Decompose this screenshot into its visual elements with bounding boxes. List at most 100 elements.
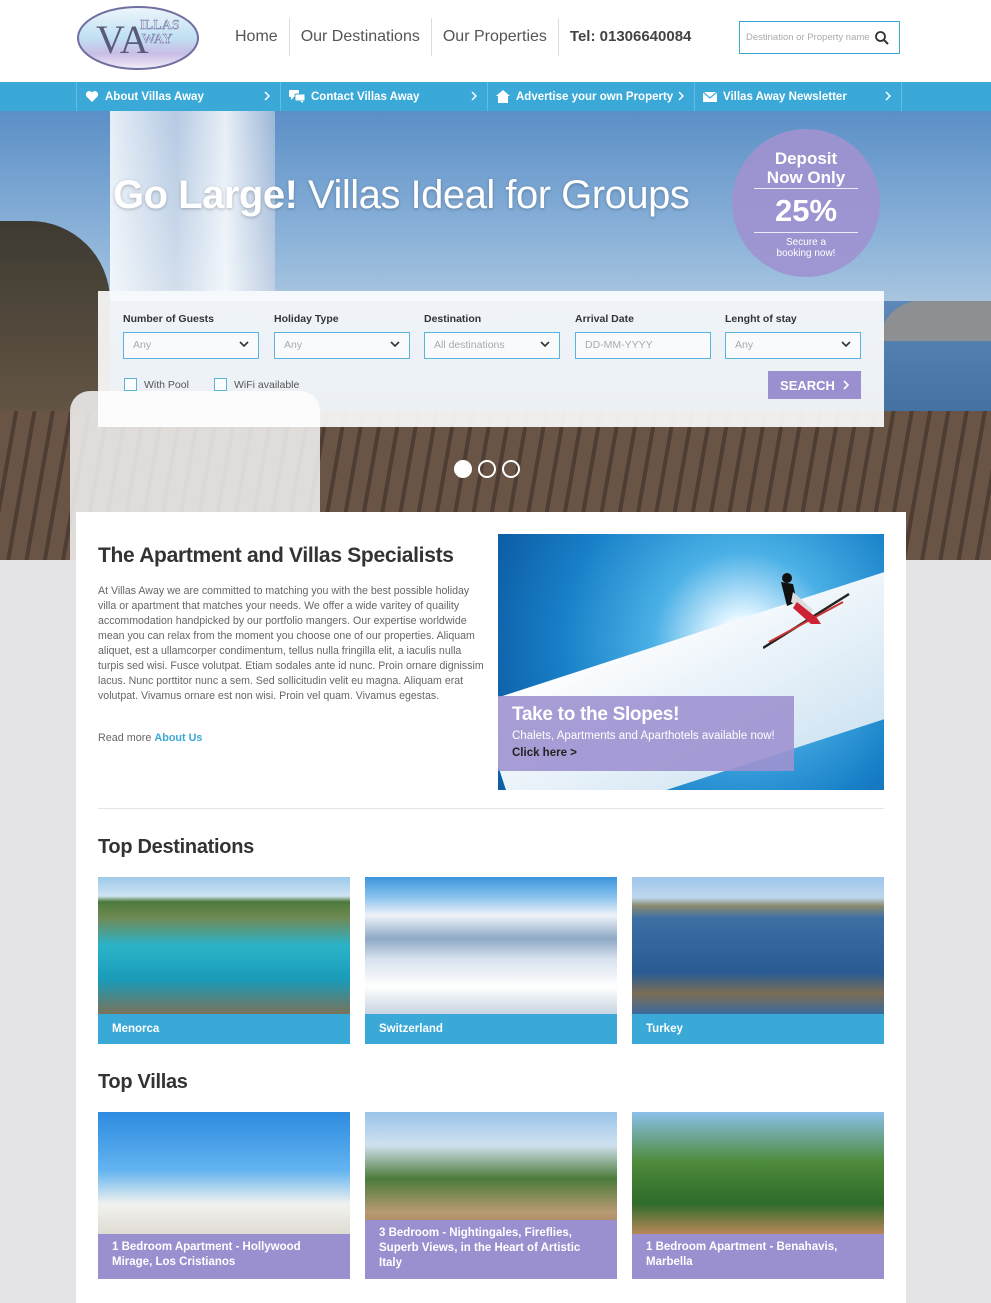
holiday-type-select[interactable]: Any bbox=[274, 332, 410, 359]
arrival-placeholder: DD-MM-YYYY bbox=[585, 339, 653, 351]
with-pool-box[interactable] bbox=[124, 378, 137, 391]
wifi-checkbox[interactable]: WiFi available bbox=[214, 378, 299, 391]
destination-label: Turkey bbox=[632, 1014, 884, 1044]
villa-label: 3 Bedroom - Nightingales, Fireflies, Sup… bbox=[365, 1220, 617, 1279]
nav-telephone[interactable]: Tel: 01306640084 bbox=[559, 18, 703, 56]
villa-label: 1 Bedroom Apartment - Hollywood Mirage, … bbox=[98, 1234, 350, 1279]
deposit-heading: Deposit Now Only bbox=[732, 149, 880, 187]
secondary-nav: About Villas Away Contact Villas Away Ad… bbox=[0, 82, 991, 111]
deposit-line3: Secure a bbox=[785, 237, 827, 248]
destination-card-turkey[interactable]: Turkey bbox=[632, 877, 884, 1044]
intro-title: The Apartment and Villas Specialists bbox=[98, 544, 454, 567]
guests-value: Any bbox=[133, 339, 152, 351]
slopes-promo[interactable]: Take to the Slopes! Chalets, Apartments … bbox=[498, 534, 884, 790]
arrival-field: Arrival Date DD-MM-YYYY bbox=[575, 313, 711, 359]
hero-title: Go Large! Villas Ideal for Groups bbox=[113, 173, 690, 218]
site-search-input[interactable] bbox=[746, 32, 874, 43]
promo-text: Chalets, Apartments and Aparthotels avai… bbox=[512, 728, 780, 762]
chevron-right-icon bbox=[264, 91, 270, 101]
length-field: Lenght of stay Any bbox=[725, 313, 861, 359]
length-value: Any bbox=[735, 339, 754, 351]
svg-text:WAY: WAY bbox=[142, 32, 173, 47]
hero-island bbox=[880, 301, 991, 341]
nav-destinations[interactable]: Our Destinations bbox=[290, 18, 432, 56]
read-more-prefix: Read more bbox=[98, 732, 155, 744]
holiday-type-label: Holiday Type bbox=[274, 313, 339, 325]
promo-body: Chalets, Apartments and Aparthotels avai… bbox=[512, 730, 775, 742]
length-select[interactable]: Any bbox=[725, 332, 861, 359]
wifi-box[interactable] bbox=[214, 378, 227, 391]
heart-icon bbox=[85, 91, 99, 102]
site-header: VA ILLAS WAY Home Our Destinations Our P… bbox=[0, 0, 991, 82]
search-button-label: SEARCH bbox=[780, 377, 835, 393]
promo-title: Take to the Slopes! bbox=[512, 704, 680, 725]
deposit-percent: 25% bbox=[774, 193, 838, 228]
chevron-right-icon bbox=[471, 91, 477, 101]
destination-image bbox=[632, 877, 884, 1014]
destination-field: Destination All destinations bbox=[424, 313, 560, 359]
skier-illustration bbox=[763, 573, 850, 650]
villa-card[interactable]: 1 Bedroom Apartment - Hollywood Mirage, … bbox=[98, 1112, 350, 1279]
deposit-line1: Deposit bbox=[774, 149, 838, 168]
villa-card[interactable]: 1 Bedroom Apartment - Benahavis, Marbell… bbox=[632, 1112, 884, 1279]
main-content: The Apartment and Villas Specialists At … bbox=[76, 512, 906, 1303]
with-pool-label: With Pool bbox=[144, 378, 189, 391]
search-icon[interactable] bbox=[874, 30, 890, 46]
property-search-panel: Number of Guests Any Holiday Type Any De… bbox=[98, 291, 884, 427]
search-button[interactable]: SEARCH bbox=[768, 371, 861, 399]
svg-text:ILLAS: ILLAS bbox=[140, 18, 180, 33]
promo-link[interactable]: Click here > bbox=[512, 747, 577, 759]
destination-card-menorca[interactable]: Menorca bbox=[98, 877, 350, 1044]
slider-dot[interactable] bbox=[502, 460, 520, 478]
nav-home[interactable]: Home bbox=[224, 18, 290, 56]
deposit-badge[interactable]: Deposit Now Only 25% Secure a booking no… bbox=[732, 129, 880, 277]
subnav-advertise-label: Advertise your own Property bbox=[516, 90, 674, 103]
guests-field: Number of Guests Any bbox=[123, 313, 259, 359]
chevron-right-icon bbox=[885, 91, 891, 101]
villa-label: 1 Bedroom Apartment - Benahavis, Marbell… bbox=[632, 1234, 884, 1279]
deposit-line2: Now Only bbox=[766, 168, 846, 187]
subnav-about-label: About Villas Away bbox=[105, 90, 204, 103]
slider-dot[interactable] bbox=[478, 460, 496, 478]
destination-image bbox=[365, 877, 617, 1014]
subnav-advertise[interactable]: Advertise your own Property bbox=[488, 82, 695, 111]
subnav-about[interactable]: About Villas Away bbox=[76, 82, 281, 111]
slider-dot[interactable] bbox=[454, 460, 472, 478]
subnav-newsletter[interactable]: Villas Away Newsletter bbox=[695, 82, 902, 111]
destination-label: Switzerland bbox=[365, 1014, 617, 1044]
read-more: Read more About Us bbox=[98, 732, 202, 744]
deposit-line4: booking now! bbox=[776, 248, 836, 259]
holiday-type-field: Holiday Type Any bbox=[274, 313, 410, 359]
chat-icon bbox=[289, 90, 305, 103]
villa-card[interactable]: 3 Bedroom - Nightingales, Fireflies, Sup… bbox=[365, 1112, 617, 1279]
house-icon bbox=[496, 90, 510, 103]
main-nav: Home Our Destinations Our Properties Tel… bbox=[224, 18, 702, 56]
destination-image bbox=[98, 877, 350, 1014]
site-search bbox=[739, 21, 900, 54]
nav-properties[interactable]: Our Properties bbox=[432, 18, 559, 56]
chevron-down-icon bbox=[540, 341, 550, 348]
arrival-date-input[interactable]: DD-MM-YYYY bbox=[575, 332, 711, 359]
with-pool-checkbox[interactable]: With Pool bbox=[124, 378, 189, 391]
deposit-divider bbox=[754, 232, 858, 233]
subnav-contact[interactable]: Contact Villas Away bbox=[281, 82, 488, 111]
promo-caption: Take to the Slopes! Chalets, Apartments … bbox=[498, 696, 794, 771]
arrival-label: Arrival Date bbox=[575, 313, 634, 325]
chevron-down-icon bbox=[239, 341, 249, 348]
guests-label: Number of Guests bbox=[123, 313, 215, 325]
hero-title-bold: Go Large! bbox=[113, 173, 298, 217]
villas-away-logo[interactable]: VA ILLAS WAY bbox=[76, 5, 200, 71]
destination-card-switzerland[interactable]: Switzerland bbox=[365, 877, 617, 1044]
envelope-icon bbox=[703, 91, 717, 102]
slider-dots bbox=[454, 460, 520, 478]
destination-select[interactable]: All destinations bbox=[424, 332, 560, 359]
destination-label: Menorca bbox=[98, 1014, 350, 1044]
guests-select[interactable]: Any bbox=[123, 332, 259, 359]
intro-text: At Villas Away we are committed to match… bbox=[98, 585, 484, 702]
deposit-subtext: Secure a booking now! bbox=[732, 237, 880, 259]
about-us-link[interactable]: About Us bbox=[154, 732, 202, 744]
destination-value: All destinations bbox=[434, 339, 505, 351]
wifi-label: WiFi available bbox=[234, 378, 300, 391]
hero-title-rest: Villas Ideal for Groups bbox=[297, 173, 690, 217]
subnav-contact-label: Contact Villas Away bbox=[311, 90, 420, 103]
